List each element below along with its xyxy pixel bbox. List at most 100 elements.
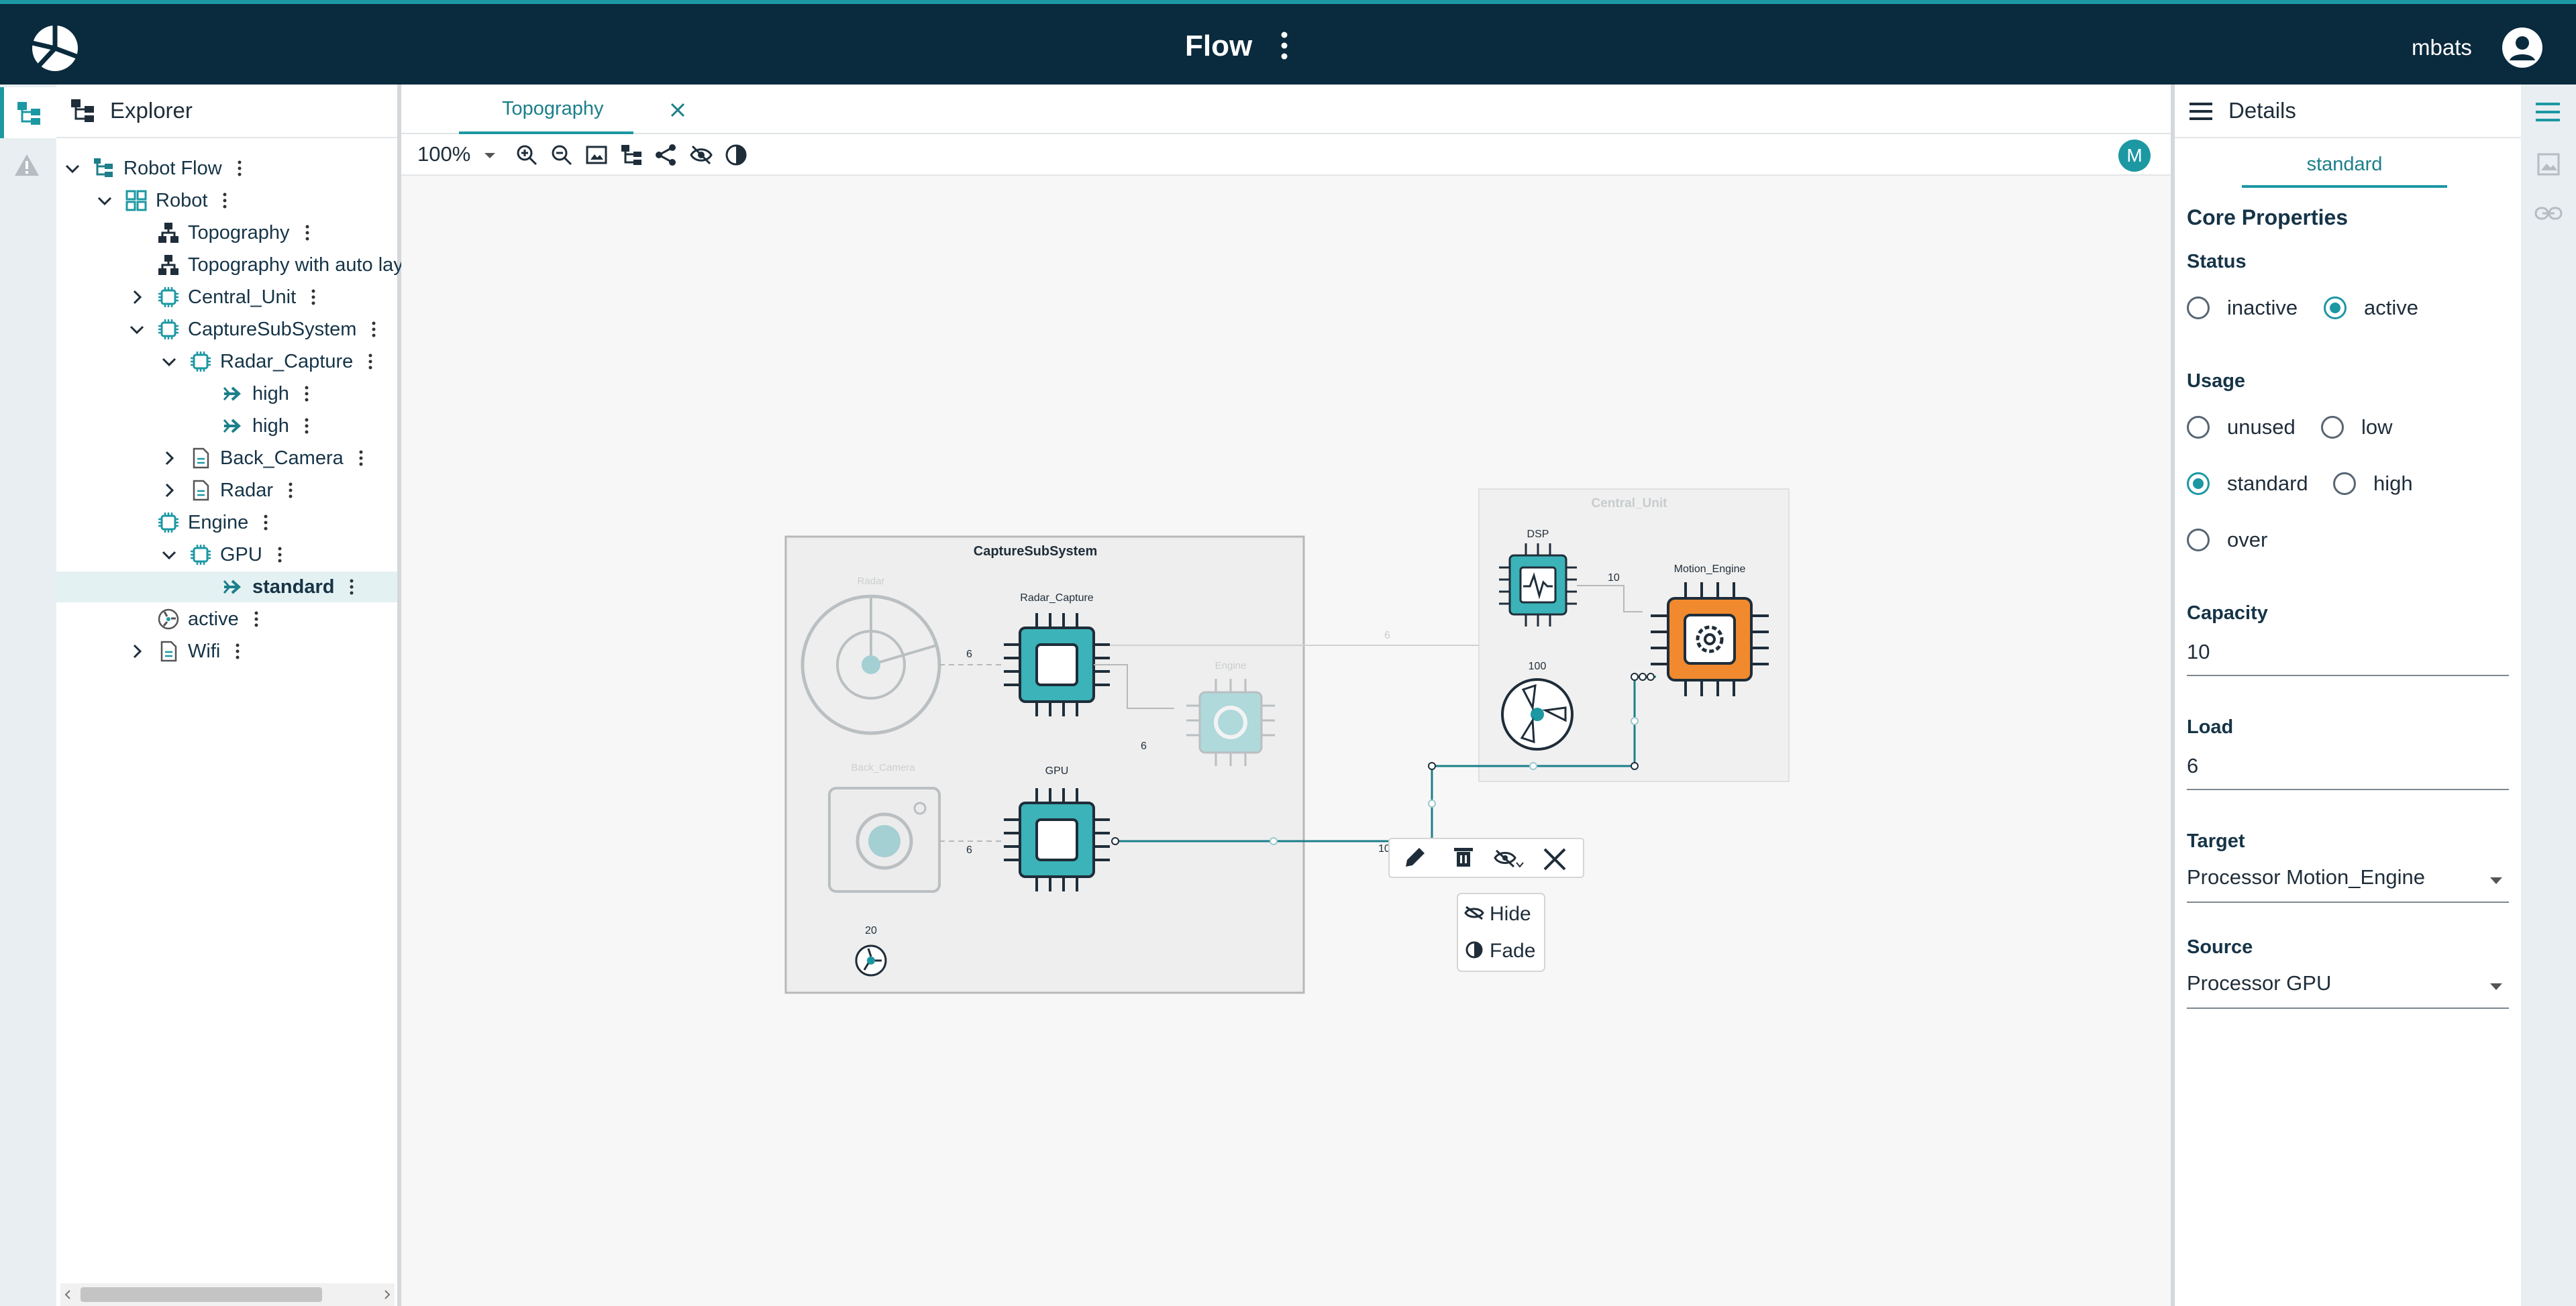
zoom-level[interactable]: 100%: [417, 142, 470, 166]
back-camera-label: Back_Camera: [851, 762, 915, 773]
usage-high-radio[interactable]: high: [2333, 472, 2413, 496]
more-options-icon[interactable]: [304, 417, 309, 435]
tab-topography[interactable]: Topography: [459, 85, 685, 134]
gpu-label: GPU: [1045, 765, 1069, 777]
explorer-horizontal-scrollbar[interactable]: [60, 1283, 395, 1306]
more-options-icon[interactable]: [263, 514, 268, 531]
tree-item[interactable]: active: [129, 604, 259, 635]
contrast-icon[interactable]: [725, 144, 748, 166]
visibility-off-icon[interactable]: [690, 144, 713, 166]
zoom-in-icon[interactable]: [515, 144, 538, 166]
radar-label: Radar: [858, 576, 885, 587]
load-field[interactable]: 6: [2187, 754, 2509, 790]
auto-layout-icon[interactable]: [620, 144, 643, 166]
fit-to-screen-icon[interactable]: [585, 144, 608, 166]
chevron-down-icon[interactable]: [161, 353, 177, 370]
edge-label-radar: 6: [966, 649, 972, 660]
zoom-dropdown-icon[interactable]: [483, 152, 497, 160]
chevron-down-icon[interactable]: [64, 160, 81, 176]
more-options-icon[interactable]: [358, 449, 364, 467]
usage-unused-radio[interactable]: unused: [2187, 415, 2296, 439]
more-options-icon[interactable]: [304, 385, 309, 402]
details-toggle-icon[interactable]: [2534, 102, 2561, 122]
more-options-icon[interactable]: [311, 288, 316, 306]
chevron-right-icon[interactable]: [161, 482, 177, 498]
more-options-icon[interactable]: [222, 192, 227, 209]
scrollbar-thumb[interactable]: [81, 1287, 322, 1302]
tree-item[interactable]: CaptureSubSystem: [129, 314, 376, 345]
tree-item[interactable]: Radar_Capture: [161, 346, 373, 377]
chevron-down-icon[interactable]: [161, 547, 177, 563]
status-active-radio[interactable]: active: [2324, 296, 2418, 320]
link-icon[interactable]: [2534, 205, 2563, 221]
tree-item[interactable]: Robot: [97, 185, 227, 216]
tree-item[interactable]: Robot Flow: [64, 153, 242, 184]
source-select[interactable]: Processor GPU: [2187, 971, 2509, 1009]
close-tab-icon[interactable]: [668, 101, 687, 119]
tab-standard[interactable]: standard: [2242, 142, 2447, 188]
tree-item[interactable]: GPU: [161, 539, 282, 570]
tree-item[interactable]: Topography with auto layout: [129, 250, 430, 280]
more-options-icon[interactable]: [237, 160, 242, 177]
chevron-right-icon[interactable]: [129, 289, 145, 305]
delete-icon[interactable]: [1454, 848, 1473, 867]
chevron-down-icon[interactable]: [129, 321, 145, 337]
scroll-left-icon[interactable]: [64, 1289, 71, 1300]
chevron-right-icon[interactable]: [129, 643, 145, 659]
problems-toggle-button[interactable]: [0, 141, 56, 192]
more-options-icon[interactable]: [288, 482, 293, 499]
status-inactive-radio[interactable]: inactive: [2187, 296, 2298, 320]
more-options-icon[interactable]: [305, 224, 310, 241]
tree-item-label: Topography: [188, 221, 290, 243]
tree-item-label: high: [252, 415, 289, 437]
capacity-label: Capacity: [2187, 602, 2268, 624]
more-options-icon[interactable]: [349, 578, 354, 596]
warning-icon: [15, 154, 39, 176]
tree-item[interactable]: Engine: [129, 507, 268, 538]
chevron-right-icon[interactable]: [161, 450, 177, 466]
tree-item[interactable]: standard: [56, 572, 397, 602]
chevron-down-icon[interactable]: [97, 193, 113, 209]
details-title: Details: [2228, 98, 2296, 123]
tree-item[interactable]: Central_Unit: [129, 282, 316, 313]
tree-item[interactable]: Topography: [129, 217, 310, 248]
tree-item[interactable]: Radar: [161, 475, 293, 506]
load-value: 6: [2187, 754, 2199, 777]
mode-badge[interactable]: M: [2118, 140, 2151, 172]
explorer-toggle-button[interactable]: [0, 87, 56, 138]
fan-small-label: 20: [865, 925, 877, 936]
image-icon[interactable]: [2536, 152, 2561, 177]
usage-standard-radio[interactable]: standard: [2187, 472, 2308, 496]
more-options-icon[interactable]: [368, 353, 373, 370]
edge-context-toolbar: [1388, 838, 1584, 878]
user-avatar-icon[interactable]: [2502, 27, 2543, 68]
core-properties-heading: Core Properties: [2187, 205, 2349, 229]
tree-item[interactable]: high: [193, 411, 309, 441]
processor-icon: [158, 319, 178, 339]
target-select[interactable]: Processor Motion_Engine: [2187, 865, 2509, 903]
tree-item[interactable]: high: [193, 378, 309, 409]
more-options-icon[interactable]: [277, 546, 282, 563]
diagram-canvas[interactable]: CaptureSubSystem Central_Unit 6 Radar 6 …: [401, 176, 2171, 1306]
app-menu-icon[interactable]: [1279, 31, 1290, 60]
tree-item[interactable]: Back_Camera: [161, 443, 364, 474]
scroll-right-icon[interactable]: [384, 1289, 391, 1300]
usage-over-radio[interactable]: over: [2187, 528, 2267, 552]
tree-item-label: Radar_Capture: [220, 350, 354, 372]
tree-item-label: CaptureSubSystem: [188, 318, 357, 340]
more-options-icon[interactable]: [235, 643, 240, 660]
more-options-icon[interactable]: [371, 321, 376, 338]
usage-low-radio[interactable]: low: [2321, 415, 2393, 439]
share-icon[interactable]: [655, 144, 678, 166]
app-header: Flow mbats: [0, 0, 2576, 85]
tree-item-label: Robot: [156, 189, 208, 211]
menu-icon[interactable]: [2188, 102, 2214, 121]
dsp-label: DSP: [1527, 529, 1549, 540]
zoom-out-icon[interactable]: [550, 144, 573, 166]
capacity-field[interactable]: 10: [2187, 640, 2509, 676]
more-options-icon[interactable]: [254, 610, 259, 628]
processor-icon: [158, 287, 178, 307]
app-logo[interactable]: [30, 23, 81, 74]
tree-item[interactable]: Wifi: [129, 636, 240, 667]
arrow-icon: [223, 419, 241, 433]
